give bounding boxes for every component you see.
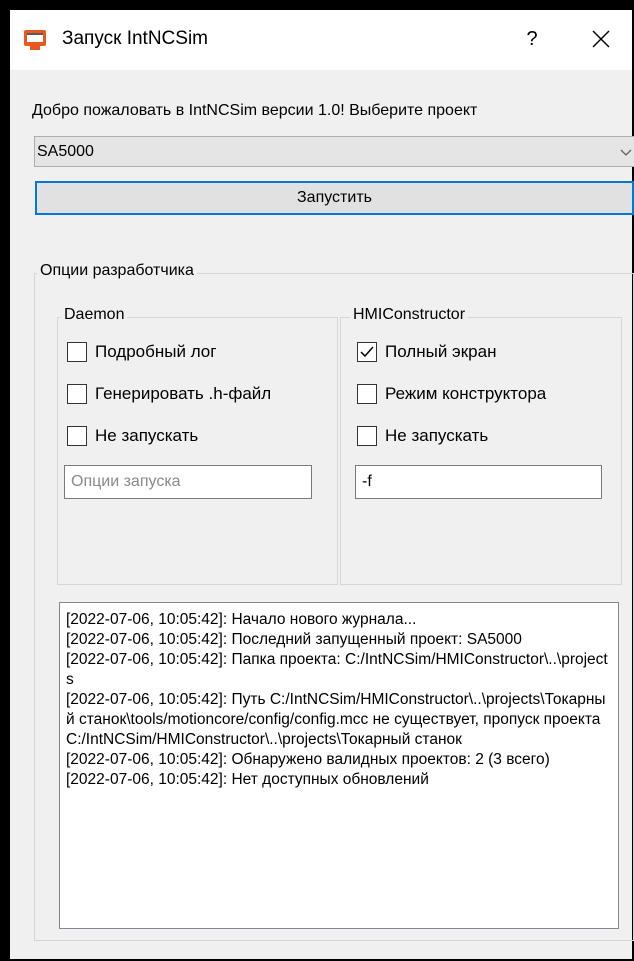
- constructor-mode-checkbox[interactable]: Режим конструктора: [357, 384, 617, 406]
- generate-h-file-checkbox[interactable]: Генерировать .h-файл: [67, 384, 327, 406]
- launch-options-input[interactable]: [64, 465, 312, 499]
- log-line: [2022-07-06, 10:05:42]: Нет доступных об…: [66, 771, 429, 788]
- project-select-value: SA5000: [37, 143, 94, 160]
- title-bar[interactable]: Запуск IntNCSim ?: [10, 10, 632, 70]
- app-icon: [24, 30, 46, 50]
- hmi-constructor-group-title: HMIConstructor: [350, 306, 469, 324]
- checkbox-label: Генерировать .h-файл: [95, 384, 272, 403]
- hmi-no-launch-checkbox[interactable]: Не запускать: [357, 426, 607, 448]
- launcher-window: Запуск IntNCSim ? Добро пожаловать в Int…: [10, 10, 634, 959]
- checkbox-label: Подробный лог: [95, 342, 217, 361]
- checkbox-box: [357, 384, 377, 404]
- close-button[interactable]: [586, 24, 616, 54]
- close-icon: [592, 30, 610, 48]
- daemon-no-launch-checkbox[interactable]: Не запускать: [67, 426, 317, 448]
- checkbox-box: [357, 342, 377, 362]
- hmi-options-input[interactable]: [355, 465, 602, 499]
- log-line: [2022-07-06, 10:05:42]: Путь C:/IntNCSim…: [66, 691, 606, 748]
- project-select[interactable]: SA5000: [34, 136, 634, 167]
- checkbox-label: Полный экран: [385, 342, 497, 361]
- checkbox-label: Режим конструктора: [385, 384, 547, 403]
- run-button[interactable]: Запустить: [35, 181, 634, 215]
- checkbox-label: Не запускать: [385, 426, 489, 445]
- checkbox-box: [67, 384, 87, 404]
- welcome-label: Добро пожаловать в IntNCSim версии 1.0! …: [32, 102, 478, 119]
- window-title: Запуск IntNCSim: [62, 28, 208, 49]
- developer-options-title: Опции разработчика: [37, 262, 197, 280]
- checkbox-label: Не запускать: [95, 426, 199, 445]
- log-line: [2022-07-06, 10:05:42]: Последний запуще…: [66, 631, 522, 648]
- checkbox-box: [67, 426, 87, 446]
- daemon-group-title: Daemon: [61, 306, 128, 324]
- chevron-down-icon: [619, 146, 633, 160]
- log-area[interactable]: [2022-07-06, 10:05:42]: Начало нового жу…: [59, 602, 619, 929]
- checkmark-icon: [360, 346, 374, 358]
- fullscreen-checkbox[interactable]: Полный экран: [357, 342, 607, 364]
- checkbox-box: [67, 342, 87, 362]
- log-line: [2022-07-06, 10:05:42]: Обнаружено валид…: [66, 751, 550, 768]
- help-button[interactable]: ?: [522, 26, 542, 52]
- log-line: [2022-07-06, 10:05:42]: Начало нового жу…: [66, 611, 417, 628]
- checkbox-box: [357, 426, 377, 446]
- log-line: [2022-07-06, 10:05:42]: Папка проекта: C…: [66, 651, 608, 688]
- verbose-log-checkbox[interactable]: Подробный лог: [67, 342, 317, 364]
